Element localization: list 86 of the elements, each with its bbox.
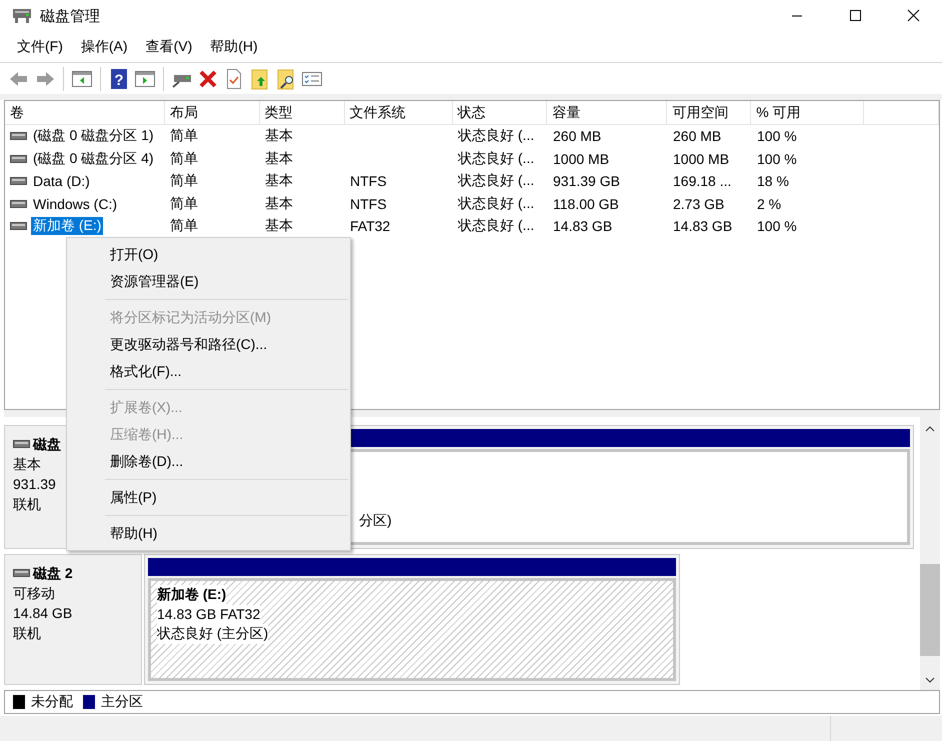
table-cell: 260 MB <box>553 128 602 144</box>
drive-icon <box>13 569 30 577</box>
question-mark: ? <box>114 72 124 88</box>
disk-status: 联机 <box>13 495 41 514</box>
volume-cell[interactable]: (磁盘 0 磁盘分区 1) <box>31 127 156 146</box>
menu-item[interactable]: 查看(V) <box>136 38 202 56</box>
menu-item[interactable]: 帮助(H) <box>201 38 267 56</box>
table-cell: 基本 <box>265 194 293 213</box>
disk-type: 可移动 <box>13 584 55 603</box>
table-cell: 100 % <box>757 128 797 144</box>
column-header[interactable]: 类型 <box>260 101 345 124</box>
volume-cell[interactable]: 新加卷 (E:) <box>31 217 104 236</box>
drive-icon <box>10 177 27 186</box>
volume-cell[interactable]: (磁盘 0 磁盘分区 4) <box>31 150 156 168</box>
column-header[interactable]: 布局 <box>164 101 260 124</box>
disk-status: 联机 <box>13 624 41 643</box>
volume-cell[interactable]: Data (D:) <box>31 173 92 190</box>
table-cell: 简单 <box>170 127 198 146</box>
table-cell: 基本 <box>265 150 293 168</box>
table-cell: 100 % <box>757 150 797 167</box>
drive-icon <box>10 132 27 140</box>
disk-name: 磁盘 2 <box>33 564 73 583</box>
drive-icon <box>10 154 27 163</box>
table-cell: 状态良好 (... <box>458 127 534 146</box>
disk-name: 磁盘 <box>33 435 61 454</box>
table-cell: 简单 <box>170 150 198 168</box>
table-cell: 118.00 GB <box>553 196 619 212</box>
table-cell: 简单 <box>170 172 198 190</box>
menu-item[interactable]: 操作(A) <box>72 38 137 56</box>
context-menu-item[interactable]: 更改驱动器号和路径(C)... <box>67 331 350 358</box>
context-menu-item[interactable]: 打开(O) <box>67 241 350 268</box>
table-cell: 14.83 GB <box>673 218 732 234</box>
context-menu-item[interactable]: 格式化(F)... <box>67 358 350 385</box>
table-cell: 2.73 GB <box>673 196 724 212</box>
partition-status: 分区) <box>359 510 393 530</box>
menu-item[interactable]: 文件(F) <box>8 38 72 56</box>
table-cell: 状态良好 (... <box>458 150 534 168</box>
partition-block[interactable]: 新加卷 (E:) 14.83 GB FAT32 状态良好 (主分区) <box>144 554 680 685</box>
table-cell: 169.18 ... <box>673 173 732 190</box>
table-cell: 260 MB <box>673 128 722 144</box>
volume-cell[interactable]: Windows (C:) <box>31 196 120 212</box>
table-cell: NTFS <box>350 173 387 190</box>
column-header[interactable]: 容量 <box>547 101 668 124</box>
table-cell: 基本 <box>265 217 293 236</box>
table-cell: 状态良好 (... <box>458 172 534 190</box>
table-cell: 简单 <box>170 194 198 213</box>
scroll-thumb[interactable] <box>920 564 940 656</box>
table-cell: FAT32 <box>350 218 390 234</box>
table-cell: NTFS <box>350 196 387 212</box>
help-icon[interactable]: ? <box>108 68 130 90</box>
app-icon <box>12 7 32 25</box>
drive-icon <box>13 440 30 448</box>
disk-size: 931.39 <box>13 475 56 494</box>
partition-status: 状态良好 (主分区) <box>157 624 268 644</box>
table-cell: 2 % <box>757 196 782 212</box>
scroll-down-icon[interactable] <box>925 676 935 684</box>
column-header[interactable]: 文件系统 <box>344 101 453 124</box>
drive-icon <box>10 200 27 208</box>
context-menu-item[interactable]: 资源管理器(E) <box>67 268 350 295</box>
table-cell: 简单 <box>170 217 198 236</box>
table-cell: 状态良好 (... <box>458 194 534 213</box>
disk-type: 基本 <box>13 455 41 474</box>
partition-name: 新加卷 (E:) <box>157 585 226 604</box>
table-cell: 状态良好 (... <box>458 217 534 236</box>
table-cell: 18 % <box>757 173 789 190</box>
table-cell: 931.39 GB <box>553 173 620 190</box>
window-title: 磁盘管理 <box>40 6 100 26</box>
legend-label: 未分配 <box>31 693 73 711</box>
drive-icon <box>10 222 27 230</box>
table-cell: 1000 MB <box>673 150 730 167</box>
column-header[interactable]: 卷 <box>5 101 165 124</box>
table-cell: 基本 <box>265 127 293 146</box>
partition-size: 14.83 GB FAT32 <box>157 604 260 624</box>
table-cell: 14.83 GB <box>553 218 612 234</box>
scrollbar[interactable] <box>920 417 940 690</box>
disk-size: 14.84 GB <box>13 604 72 623</box>
table-cell: 100 % <box>757 218 797 234</box>
column-header[interactable]: 可用空间 <box>667 101 752 124</box>
column-header[interactable]: 状态 <box>452 101 548 124</box>
table-cell: 基本 <box>265 172 293 190</box>
legend-label: 主分区 <box>101 693 143 711</box>
partition-area[interactable]: 新加卷 (E:) 14.83 GB FAT32 状态良好 (主分区) <box>148 578 676 681</box>
table-cell: 1000 MB <box>553 150 610 167</box>
delete-icon[interactable] <box>197 68 219 90</box>
column-header[interactable]: % 可用 <box>751 101 864 124</box>
scroll-up-icon[interactable] <box>925 425 935 433</box>
